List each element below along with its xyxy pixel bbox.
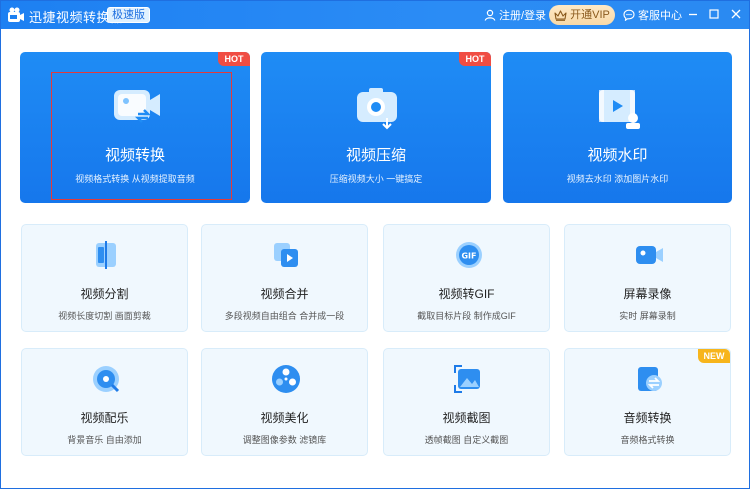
svg-text:GIF: GIF (461, 252, 476, 261)
hot-badge: HOT (218, 52, 250, 66)
card-description: 压缩视频大小 一键搞定 (329, 174, 423, 184)
card-title: 屏幕录像 (623, 287, 672, 301)
card-title: 视频截图 (442, 411, 491, 425)
card-description: 调整图像参数 滤镜库 (242, 435, 327, 445)
screen-record-card[interactable]: 屏幕录像 实时 屏幕录制 (564, 224, 731, 332)
video-compress-icon (357, 88, 397, 130)
user-icon (484, 9, 496, 21)
card-description: 背景音乐 自由添加 (67, 435, 142, 445)
card-title: 视频合并 (260, 287, 309, 301)
minimize-icon (689, 13, 697, 16)
video-to-gif-card[interactable]: GIF 视频转GIF 截取目标片段 制作成GIF (383, 224, 550, 332)
card-description: 多段视频自由组合 合并成一段 (224, 311, 345, 321)
crown-icon (554, 9, 567, 21)
vip-label: 开通VIP (570, 9, 610, 21)
maximize-button[interactable] (707, 7, 721, 21)
login-link[interactable]: 注册/登录 (484, 7, 546, 23)
card-description: 实时 屏幕录制 (619, 311, 676, 321)
app-logo-icon (8, 7, 24, 22)
video-merge-icon (274, 243, 298, 267)
video-screenshot-icon (454, 365, 480, 393)
new-badge: NEW (698, 349, 730, 363)
card-title: 视频分割 (80, 287, 129, 301)
card-description: 透帧截图 自定义截图 (424, 435, 509, 445)
video-split-card[interactable]: 视频分割 视频长度切割 画面剪裁 (21, 224, 188, 332)
video-beautify-icon (272, 365, 300, 393)
minimize-button[interactable] (686, 7, 700, 21)
audio-convert-card[interactable]: NEW 音频转换 音频格式转换 (564, 348, 731, 456)
card-title: 视频压缩 (345, 147, 406, 164)
card-title: 视频配乐 (80, 411, 129, 425)
video-merge-card[interactable]: 视频合并 多段视频自由组合 合并成一段 (201, 224, 368, 332)
chat-icon (623, 9, 635, 21)
video-watermark-icon (599, 90, 640, 129)
card-title: 视频转GIF (438, 287, 495, 301)
edition-badge: 极速版 (107, 7, 150, 23)
service-label: 客服中心 (638, 10, 682, 22)
video-music-icon (93, 366, 120, 393)
card-title: 视频水印 (587, 147, 648, 164)
login-label: 注册/登录 (499, 10, 547, 22)
card-description: 视频去水印 添加图片水印 (566, 174, 669, 184)
card-description: 音频格式转换 (620, 435, 675, 445)
video-gif-icon: GIF (456, 242, 482, 268)
video-watermark-card[interactable]: 视频水印 视频去水印 添加图片水印 (503, 52, 732, 203)
card-description: 视频长度切割 画面剪裁 (58, 311, 151, 321)
maximize-icon (709, 9, 719, 19)
card-title: 音频转换 (623, 411, 672, 425)
close-icon (731, 9, 741, 19)
video-compress-card[interactable]: HOT 视频压缩 压缩视频大小 一键搞定 (261, 52, 491, 203)
video-beautify-card[interactable]: 视频美化 调整图像参数 滤镜库 (201, 348, 368, 456)
card-description: 截取目标片段 制作成GIF (417, 311, 516, 321)
close-button[interactable] (729, 7, 743, 21)
hot-badge: HOT (459, 52, 491, 66)
app-window: 迅捷视频转换器 极速版 注册/登录 开通VIP 客服中心 HOT 视频转换 视频… (0, 0, 750, 489)
video-screenshot-card[interactable]: 视频截图 透帧截图 自定义截图 (383, 348, 550, 456)
video-music-card[interactable]: 视频配乐 背景音乐 自由添加 (21, 348, 188, 456)
audio-convert-icon (638, 367, 662, 391)
screen-record-icon (636, 246, 663, 264)
selection-highlight (51, 72, 232, 200)
card-title: 视频美化 (260, 411, 309, 425)
customer-service-link[interactable]: 客服中心 (623, 7, 682, 23)
video-split-icon (96, 241, 116, 269)
title-bar: 迅捷视频转换器 极速版 注册/登录 开通VIP 客服中心 (1, 1, 749, 29)
open-vip-button[interactable]: 开通VIP (549, 5, 615, 25)
